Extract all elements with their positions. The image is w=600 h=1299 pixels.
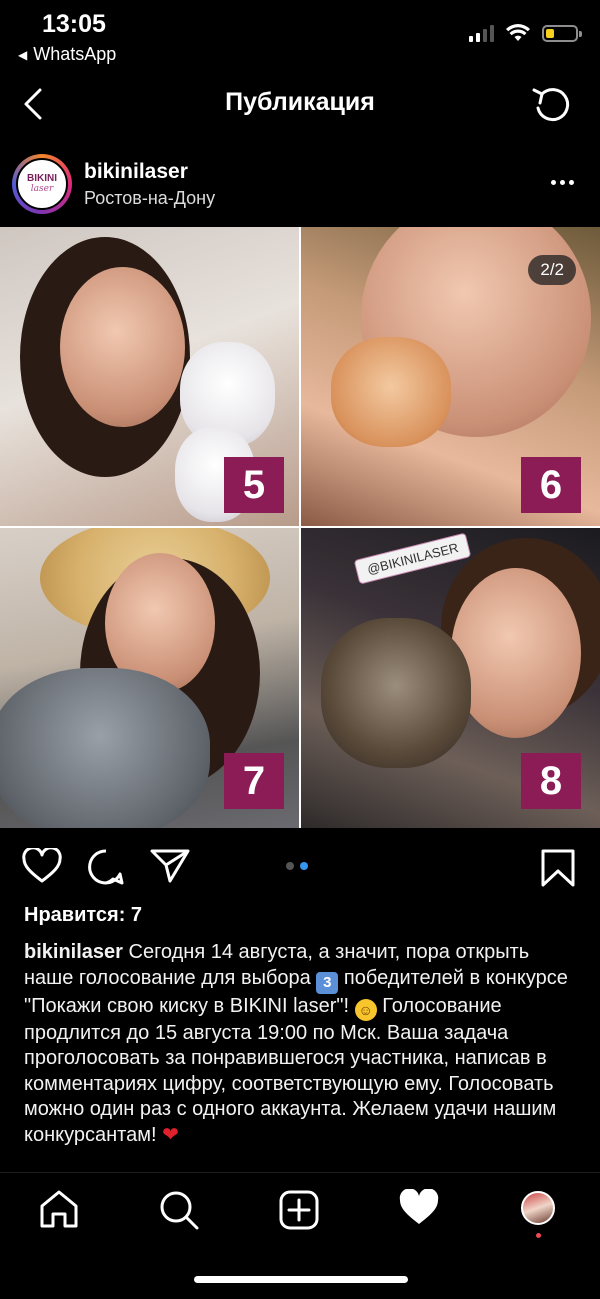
logo-text-bottom: laser	[30, 184, 54, 194]
logo-text-top: BIKINI	[27, 173, 57, 184]
post-actions	[0, 830, 600, 902]
page-title: Публикация	[225, 88, 375, 116]
photo-number-8: 8	[521, 753, 581, 809]
home-icon[interactable]	[38, 1189, 80, 1229]
caption-text-3: Голосование продлится до 15 августа 19:0…	[24, 994, 557, 1146]
profile-tab[interactable]	[521, 1191, 555, 1238]
account-avatar[interactable]: BIKINI laser	[12, 154, 72, 214]
carousel-dot-1	[286, 862, 294, 870]
carousel-indicator	[286, 862, 308, 870]
notification-dot	[536, 1233, 541, 1238]
post-caption: bikinilaser Сегодня 14 августа, а значит…	[24, 940, 580, 1170]
status-indicators	[469, 24, 582, 42]
post-image[interactable]: 5 6 7 @BIKINILASER 8	[0, 227, 600, 828]
post-location[interactable]: Ростов-на-Дону	[84, 188, 215, 209]
wifi-icon	[506, 24, 530, 41]
post-header	[0, 142, 600, 227]
photo-cell-5: 5	[0, 227, 299, 526]
cellular-signal-icon	[469, 24, 494, 42]
caption-username[interactable]: bikinilaser	[24, 941, 123, 963]
bookmark-icon[interactable]	[540, 848, 576, 888]
battery-icon	[542, 24, 582, 42]
smiling-face-emoji: ☺	[354, 998, 377, 1021]
more-options-icon[interactable]	[551, 180, 574, 185]
new-post-icon[interactable]	[278, 1189, 320, 1231]
profile-avatar	[521, 1191, 555, 1225]
activity-heart-icon[interactable]	[398, 1189, 440, 1227]
keycap-three-emoji: 3	[316, 971, 339, 994]
back-to-app-link[interactable]: ◀ WhatsApp	[18, 44, 116, 65]
share-send-icon[interactable]	[150, 848, 190, 884]
post-username[interactable]: bikinilaser	[84, 160, 188, 184]
carousel-counter: 2/2	[528, 255, 576, 285]
photo-cell-8: @BIKINILASER 8	[301, 528, 600, 828]
status-time: 13:05	[42, 10, 106, 38]
photo-number-6: 6	[521, 457, 581, 513]
search-icon[interactable]	[158, 1189, 200, 1231]
home-indicator[interactable]	[194, 1276, 408, 1283]
red-heart-emoji: ❤	[162, 1123, 179, 1146]
refresh-icon[interactable]	[530, 84, 574, 126]
comment-icon[interactable]	[87, 848, 125, 886]
carousel-dot-2-active	[300, 862, 308, 870]
bikini-laser-logo: BIKINI laser	[16, 158, 68, 210]
photo-number-7: 7	[224, 753, 284, 809]
like-heart-icon[interactable]	[22, 848, 62, 884]
photo-cell-7: 7	[0, 528, 299, 828]
photo-number-5: 5	[224, 457, 284, 513]
account-mention-tag: @BIKINILASER	[353, 532, 472, 585]
back-triangle-icon: ◀	[18, 47, 28, 62]
back-app-label: WhatsApp	[33, 44, 117, 64]
likes-count[interactable]: Нравится: 7	[24, 904, 142, 927]
